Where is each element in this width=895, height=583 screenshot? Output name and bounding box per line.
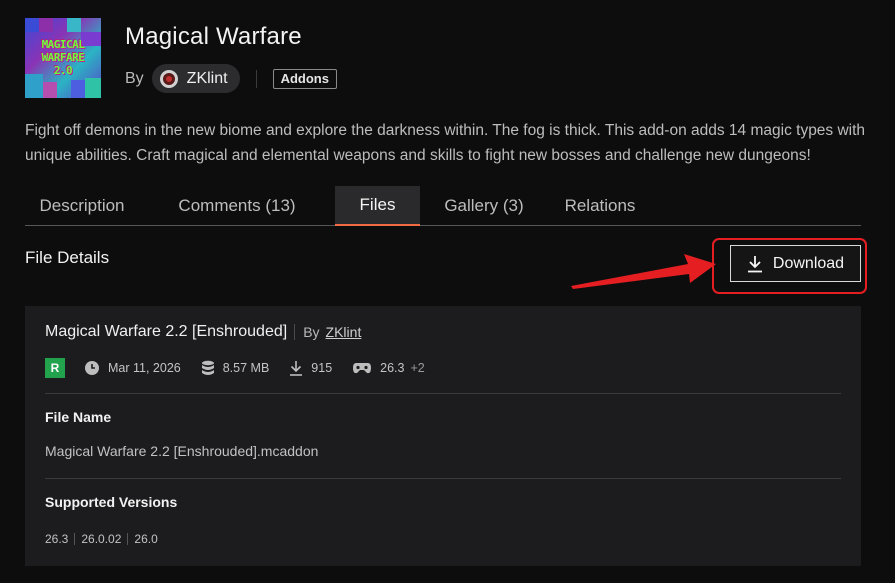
file-card: Magical Warfare 2.2 [Enshrouded] By ZKli… <box>25 306 861 566</box>
divider <box>127 533 129 545</box>
download-icon <box>747 255 762 272</box>
author-name: ZKlint <box>186 69 228 87</box>
database-icon <box>201 360 214 375</box>
category-tag[interactable]: Addons <box>272 68 337 89</box>
file-size: 8.57 MB <box>222 361 270 375</box>
logo-line-2: WARFARE <box>41 51 85 64</box>
file-name-label: File Name <box>45 409 112 425</box>
file-name: Magical Warfare 2.2 [Enshrouded].mcaddon <box>45 443 319 459</box>
file-downloads: 915 <box>311 361 333 375</box>
logo-line-3: 2.0 <box>53 64 73 77</box>
extra-versions-count: +2 <box>410 361 425 375</box>
gamepad-icon <box>353 363 372 374</box>
version-item: 26.3 <box>45 532 69 546</box>
divider <box>45 478 841 479</box>
by-label: By <box>303 324 320 340</box>
supported-versions-label: Supported Versions <box>45 494 178 510</box>
version-item: 26.0.02 <box>81 532 122 546</box>
game-version: 26.3 <box>380 361 405 375</box>
download-icon <box>290 361 303 376</box>
download-button[interactable]: Download <box>730 245 861 282</box>
tab-files[interactable]: Files <box>335 186 420 226</box>
file-date: Mar 11, 2026 <box>108 361 181 375</box>
download-label: Download <box>772 254 845 272</box>
divider <box>294 324 296 340</box>
page-title: Magical Warfare <box>125 23 302 50</box>
release-badge: R <box>45 358 65 378</box>
section-title: File Details <box>25 248 110 267</box>
avatar <box>159 69 178 88</box>
by-label: By <box>125 69 144 87</box>
file-author-link[interactable]: ZKlint <box>326 324 362 340</box>
file-meta: R Mar 11, 2026 8.57 MB 915 26.3 +2 <box>45 358 445 378</box>
tab-bar: Description Comments (13) Files Gallery … <box>25 186 861 226</box>
tab-description[interactable]: Description <box>25 186 139 225</box>
divider <box>45 393 841 394</box>
tab-gallery[interactable]: Gallery (3) <box>420 186 548 225</box>
project-summary: Fight off demons in the new biome and ex… <box>25 122 866 164</box>
file-title: Magical Warfare 2.2 [Enshrouded] <box>45 323 288 340</box>
project-header: MAGICAL WARFARE 2.0 Magical Warfare By Z… <box>25 18 337 98</box>
tab-comments[interactable]: Comments (13) <box>139 186 335 225</box>
author-link[interactable]: ZKlint <box>151 64 240 93</box>
clock-icon <box>85 361 99 375</box>
supported-versions: 26.3 26.0.02 26.0 <box>45 532 158 546</box>
version-item: 26.0 <box>134 532 158 546</box>
logo-line-1: MAGICAL <box>41 38 85 51</box>
tab-relations[interactable]: Relations <box>548 186 652 225</box>
divider <box>255 69 257 88</box>
annotation-arrow-icon <box>571 254 716 289</box>
divider <box>74 533 76 545</box>
project-logo: MAGICAL WARFARE 2.0 <box>25 18 101 98</box>
